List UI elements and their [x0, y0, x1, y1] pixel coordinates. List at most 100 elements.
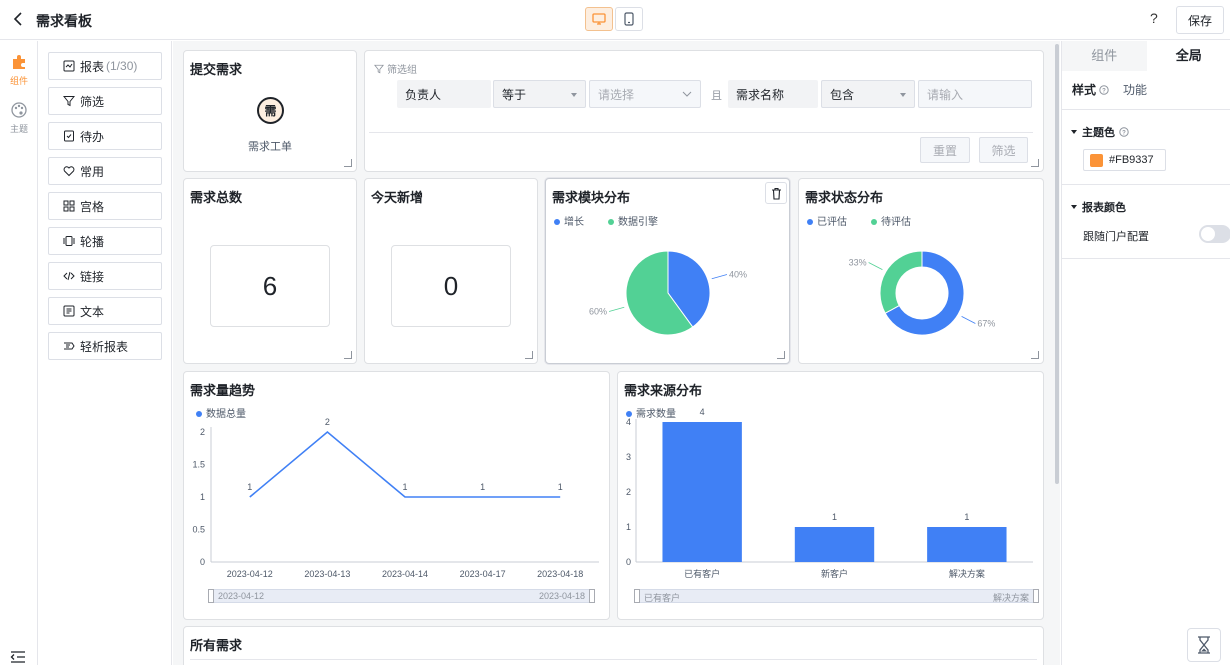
x-tick-label: 2023-04-12 [227, 569, 273, 579]
resize-handle[interactable] [344, 351, 352, 359]
slider-handle-right[interactable] [589, 589, 595, 603]
report-color-section[interactable]: 报表颜色 [1070, 199, 1126, 215]
demand-ticket-label[interactable]: 需求工单 [184, 138, 356, 154]
filter-divider [369, 132, 1033, 133]
report-icon [63, 60, 75, 72]
canvas-scrollbar[interactable] [1055, 44, 1059, 484]
comp-item-link[interactable]: 链接 [48, 262, 162, 290]
data-label: 1 [558, 482, 563, 492]
comp-label: 宫格 [80, 199, 105, 214]
owner-value-select[interactable]: 请选择 [589, 80, 701, 108]
status-distribution-card[interactable]: 需求状态分布 已评估 待评估 67% 33% [798, 178, 1044, 364]
slider-handle-left[interactable] [634, 589, 640, 603]
desktop-view-button[interactable] [585, 7, 613, 31]
theme-color-section[interactable]: 主题色 ? [1070, 124, 1129, 140]
filter-icon [63, 96, 75, 107]
slider-handle-right[interactable] [1033, 589, 1039, 603]
table-header-line [190, 659, 1037, 660]
comp-label: 文本 [80, 304, 105, 319]
data-label: 4 [700, 407, 705, 417]
theme-color-value: #FB9337 [1109, 154, 1154, 166]
card-title: 今天新增 [371, 190, 424, 205]
comp-item-analysis[interactable]: 轻析报表 [48, 332, 162, 360]
comp-label: 待办 [80, 129, 105, 144]
resize-handle[interactable] [344, 159, 352, 167]
y-tick-label: 0 [626, 557, 631, 567]
comp-item-todo[interactable]: 待办 [48, 122, 162, 150]
demand-trend-card[interactable]: 需求量趋势 数据总量 0 0.5 1 1.5 2 2023-04-12 2023-04-13… [183, 371, 610, 620]
module-distribution-card[interactable]: 需求模块分布 增长 数据引擎 40% 60% [545, 178, 790, 364]
help-icon[interactable]: ? [1150, 10, 1158, 26]
owner-operator-select[interactable]: 等于 [493, 80, 586, 108]
comp-item-favorite[interactable]: 常用 [48, 157, 162, 185]
settings-tabs: 组件 全局 [1062, 41, 1230, 71]
filter-field-owner: 负责人 [397, 80, 491, 108]
mobile-icon [624, 12, 634, 26]
comp-item-carousel[interactable]: 轮播 [48, 227, 162, 255]
label-leader [868, 262, 883, 270]
x-tick-label: 2023-04-14 [382, 569, 428, 579]
slider-handle-left[interactable] [208, 589, 214, 603]
resize-handle[interactable] [1031, 351, 1039, 359]
divider [1062, 184, 1230, 185]
divider [1062, 109, 1230, 110]
demand-source-card[interactable]: 需求来源分布 需求数量 0 1 2 3 4 4 已有客户 1 新客户 1 解决方案 已有客户 解决方… [617, 371, 1044, 620]
comp-item-grid[interactable]: 宫格 [48, 192, 162, 220]
apply-filter-button[interactable]: 筛选 [979, 137, 1028, 163]
color-swatch [1090, 153, 1103, 167]
comp-item-filter[interactable]: 筛选 [48, 87, 162, 115]
resize-handle[interactable] [1031, 159, 1039, 167]
slider-start-label: 2023-04-12 [218, 591, 265, 601]
name-value-input[interactable]: 请输入 [918, 80, 1032, 108]
comp-item-text[interactable]: 文本 [48, 297, 162, 325]
data-label: 1 [832, 512, 837, 522]
heart-icon [63, 166, 75, 177]
demand-ticket-icon[interactable]: 需 [257, 97, 284, 124]
card-title: 所有需求 [190, 638, 243, 653]
subtab-label: 样式 [1072, 83, 1097, 97]
rail-label-theme: 主题 [9, 124, 28, 134]
all-demands-card[interactable]: 所有需求 [183, 626, 1044, 665]
hourglass-button[interactable] [1187, 628, 1221, 662]
new-today-value: 0 [391, 245, 511, 327]
data-label: 2 [325, 417, 330, 427]
card-title: 提交需求 [190, 62, 243, 77]
rail-item-theme[interactable]: 主题 [0, 101, 38, 135]
total-demand-value: 6 [210, 245, 330, 327]
data-zoom-slider[interactable]: 已有客户 解决方案 [634, 589, 1039, 603]
name-operator-select[interactable]: 包含 [821, 80, 915, 108]
theme-color-picker[interactable]: #FB9337 [1083, 149, 1166, 171]
help-circle-icon: ? [1119, 127, 1129, 137]
collapse-icon[interactable] [10, 651, 26, 663]
resize-handle[interactable] [525, 351, 533, 359]
conjunction-label: 且 [711, 90, 722, 102]
todo-icon [64, 130, 74, 142]
rail-item-components[interactable]: 组件 [0, 53, 38, 87]
mobile-view-button[interactable] [615, 7, 643, 31]
filter-card: 筛选组 负责人 等于 请选择 且 需求名称 包含 请输入 重置 筛选 [364, 50, 1044, 172]
new-today-card[interactable]: 今天新增 0 [364, 178, 538, 364]
comp-label: 常用 [80, 164, 105, 179]
subtab-style[interactable]: 样式 ? [1072, 81, 1109, 98]
chevron-down-icon [682, 91, 692, 97]
tab-components[interactable]: 组件 [1062, 41, 1147, 71]
page-title: 需求看板 [36, 13, 92, 29]
total-demand-card[interactable]: 需求总数 6 [183, 178, 357, 364]
back-arrow-icon[interactable] [12, 10, 26, 28]
comp-item-report[interactable]: 报表 (1/30) [48, 52, 162, 80]
y-tick-label: 2 [200, 427, 205, 437]
settings-subtabs: 样式 ? 功能 [1072, 81, 1147, 98]
slice-label: 67% [977, 319, 995, 329]
save-button[interactable]: 保存 [1176, 6, 1224, 34]
subtab-function[interactable]: 功能 [1123, 81, 1147, 98]
data-zoom-slider[interactable]: 2023-04-12 2023-04-18 [208, 589, 595, 603]
comp-label: 报表 [80, 59, 105, 74]
reset-button[interactable]: 重置 [920, 137, 970, 163]
data-label: 1 [247, 482, 252, 492]
puzzle-icon [13, 55, 25, 69]
tab-global[interactable]: 全局 [1146, 41, 1230, 71]
follow-portal-toggle[interactable] [1199, 225, 1230, 243]
submit-demand-card[interactable]: 提交需求 需 需求工单 [183, 50, 357, 172]
resize-handle[interactable] [777, 351, 785, 359]
x-tick-label: 新客户 [821, 568, 848, 579]
